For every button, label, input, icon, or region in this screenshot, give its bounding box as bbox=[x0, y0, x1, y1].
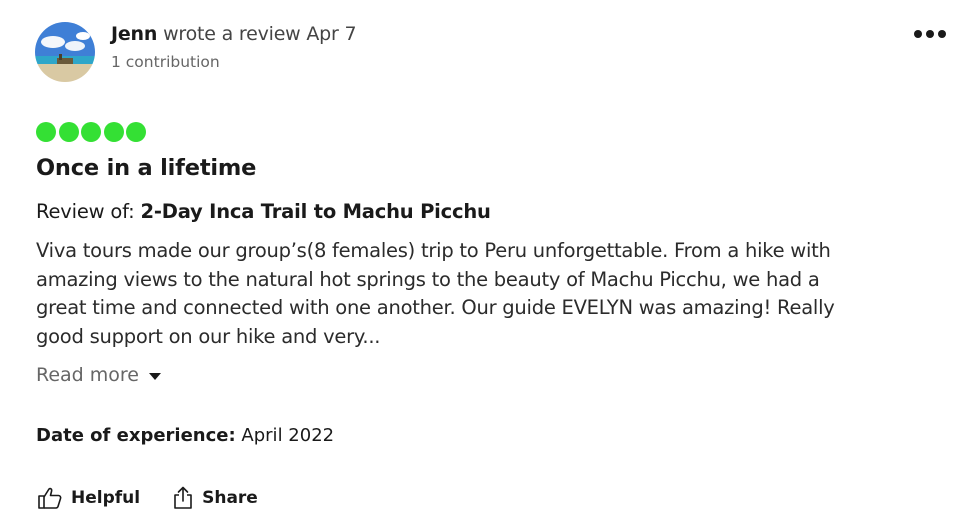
review-body-line: good support on our hike and very... bbox=[36, 325, 381, 349]
dot bbox=[938, 30, 946, 38]
share-icon bbox=[174, 486, 192, 509]
review-title: Once in a lifetime bbox=[36, 155, 257, 181]
share-button[interactable]: Share bbox=[172, 486, 258, 510]
review-date: Apr 7 bbox=[306, 23, 357, 45]
read-more-label: Read more bbox=[36, 364, 139, 386]
date-of-experience-value: April 2022 bbox=[241, 425, 335, 446]
rating-bubble bbox=[126, 122, 146, 142]
tour-link[interactable]: 2-Day Inca Trail to Machu Picchu bbox=[140, 200, 490, 223]
review-body-line: Viva tours made our group’s(8 females) t… bbox=[36, 239, 831, 262]
rating-bubbles bbox=[36, 122, 146, 142]
caret-down-icon bbox=[149, 372, 161, 380]
review-actions: Helpful Share bbox=[37, 486, 258, 510]
date-of-experience-label: Date of experience: bbox=[36, 425, 236, 446]
contribution-count: 1 contribution bbox=[111, 53, 220, 71]
share-label: Share bbox=[202, 488, 258, 508]
date-of-experience: Date of experience: April 2022 bbox=[36, 425, 334, 446]
review-body: Viva tours made our group’s(8 females) t… bbox=[36, 237, 936, 352]
more-options-icon[interactable] bbox=[914, 26, 946, 42]
author-line: Jenn wrote a review Apr 7 bbox=[111, 23, 357, 45]
dot bbox=[914, 30, 922, 38]
review-body-line: great time and connected with one anothe… bbox=[36, 296, 835, 320]
rating-bubble bbox=[36, 122, 56, 142]
dot bbox=[926, 30, 934, 38]
review-of: Review of: 2-Day Inca Trail to Machu Pic… bbox=[36, 200, 491, 223]
thumbs-up-icon bbox=[38, 487, 62, 509]
helpful-button[interactable]: Helpful bbox=[37, 486, 140, 510]
rating-bubble bbox=[103, 122, 124, 142]
beach-avatar-image bbox=[35, 22, 95, 82]
rating-bubble bbox=[58, 122, 79, 142]
read-more-button[interactable]: Read more bbox=[36, 364, 161, 386]
review-action-text: wrote a review bbox=[163, 23, 301, 45]
rating-bubble bbox=[81, 122, 101, 142]
review-body-line: amazing views to the natural hot springs… bbox=[36, 267, 820, 291]
helpful-label: Helpful bbox=[71, 488, 141, 508]
author-name[interactable]: Jenn bbox=[111, 23, 157, 45]
avatar[interactable] bbox=[35, 22, 95, 82]
review-of-label: Review of: bbox=[36, 200, 135, 223]
